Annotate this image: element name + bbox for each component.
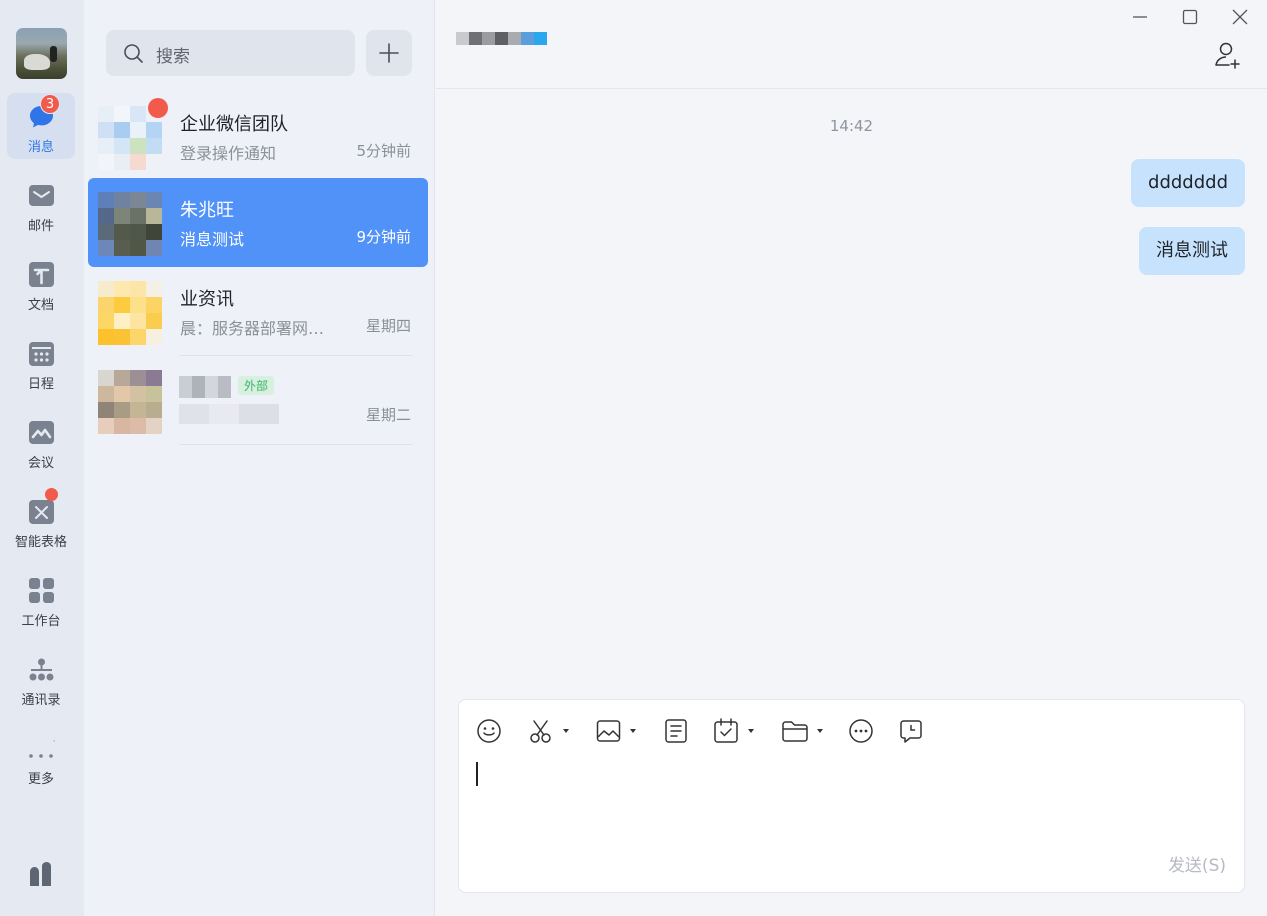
unread-dot	[148, 98, 168, 118]
conversation-time: 9分钟前	[356, 228, 411, 246]
conversation-avatar	[98, 281, 162, 345]
minimize-icon[interactable]	[1128, 7, 1152, 27]
note-icon	[665, 719, 687, 743]
emoji-icon	[477, 719, 501, 743]
more-button[interactable]	[848, 718, 874, 744]
conversation-preview: 消息测试	[180, 230, 245, 249]
nav-item-mail[interactable]: 邮件	[7, 172, 75, 238]
nav-label: 工作台	[21, 614, 61, 629]
nav-item-smart-sheet[interactable]: 智能表格	[7, 488, 75, 554]
search-icon	[124, 44, 143, 63]
emoji-button[interactable]	[476, 718, 502, 744]
nav-item-workbench[interactable]: 工作台	[7, 567, 75, 633]
workspace-logo-icon[interactable]	[28, 862, 54, 887]
blurred-preview	[179, 404, 279, 424]
nav-item-calendar[interactable]: 日程	[7, 330, 75, 396]
conversation-avatar	[98, 370, 162, 434]
message-bubble[interactable]: 消息测试	[1139, 227, 1245, 275]
notification-dot	[45, 488, 58, 501]
image-button[interactable]	[596, 718, 642, 744]
more-circle-icon	[849, 719, 873, 743]
calendar-icon	[29, 342, 54, 366]
nav-item-docs[interactable]: 文档	[7, 251, 75, 317]
history-bubble-icon	[900, 720, 922, 743]
workbench-grid-icon	[29, 578, 54, 603]
send-button[interactable]: 发送(S)	[1168, 851, 1226, 876]
chat-history-button[interactable]	[898, 718, 924, 744]
nav-item-meeting[interactable]: 会议	[7, 409, 75, 475]
message-bubble[interactable]: ddddddd	[1131, 159, 1245, 207]
conversation-preview: 晨：服务器部署网…	[180, 319, 325, 338]
add-member-icon[interactable]	[1214, 40, 1244, 70]
document-button[interactable]	[663, 718, 689, 744]
folder-icon	[782, 721, 823, 742]
nav-label: 通讯录	[21, 693, 61, 708]
conversation-item[interactable]: 外部 星期二	[88, 356, 428, 445]
calendar-check-icon	[714, 718, 754, 743]
org-chart-icon	[29, 658, 54, 681]
chat-header	[436, 0, 1267, 89]
nav-item-more[interactable]: 更多	[7, 725, 75, 791]
nav-label: 日程	[27, 377, 54, 392]
chat-panel: 14:42 ddddddd 消息测试 发送(S)	[436, 0, 1267, 916]
document-icon	[29, 262, 54, 287]
nav-label: 邮件	[27, 219, 54, 234]
file-button[interactable]	[781, 718, 829, 744]
mail-icon	[29, 185, 54, 206]
conversation-name: 业资讯	[180, 289, 234, 310]
search-box[interactable]: 搜索	[106, 30, 355, 76]
user-avatar[interactable]	[16, 28, 67, 79]
conversation-avatar	[98, 192, 162, 256]
blurred-name	[179, 376, 231, 398]
search-placeholder: 搜索	[156, 47, 190, 67]
conversation-item-active[interactable]: 朱兆旺 消息测试 9分钟前	[88, 178, 428, 267]
nav-label: 消息	[27, 140, 54, 155]
screenshot-button[interactable]	[529, 718, 575, 744]
conversation-time: 星期二	[365, 406, 411, 424]
chat-title-blurred	[456, 32, 547, 45]
text-cursor	[476, 762, 478, 786]
message-timestamp: 14:42	[829, 117, 874, 135]
image-icon	[596, 720, 636, 742]
nav-label: 文档	[27, 298, 54, 313]
conversation-name: 朱兆旺	[180, 200, 234, 221]
conversation-preview: 登录操作通知	[180, 144, 277, 163]
nav-label: 会议	[27, 456, 54, 471]
conversation-item[interactable]: 企业微信团队 登录操作通知 5分钟前	[88, 92, 428, 181]
conversation-time: 5分钟前	[356, 142, 411, 160]
plus-icon	[379, 43, 399, 63]
unread-badge: 3	[40, 94, 60, 114]
nav-rail: 3 消息 邮件 文档 日程 会议 智能表格 工作台 通讯录 更多	[0, 0, 84, 916]
add-button[interactable]	[366, 30, 412, 76]
message-composer[interactable]: 发送(S)	[458, 699, 1245, 893]
nav-item-contacts[interactable]: 通讯录	[7, 646, 75, 712]
task-button[interactable]	[713, 718, 759, 744]
conversation-name: 企业微信团队	[180, 114, 288, 135]
scissors-icon	[530, 720, 569, 743]
divider	[180, 444, 412, 445]
nav-item-messages[interactable]: 3 消息	[7, 93, 75, 159]
conversation-time: 星期四	[365, 317, 411, 335]
smart-sheet-icon	[29, 500, 54, 524]
external-tag: 外部	[238, 376, 275, 395]
more-dots-icon	[29, 740, 55, 758]
maximize-icon[interactable]	[1178, 7, 1202, 27]
nav-label: 更多	[27, 772, 54, 787]
conversation-item[interactable]: 业资讯 晨：服务器部署网… 星期四	[88, 267, 428, 356]
conversation-list-panel: 搜索 企业微信团队 登录操作通知 5分钟前 朱兆旺 消息测试 9分钟前 业资讯 …	[84, 0, 435, 916]
meeting-icon	[29, 421, 54, 444]
nav-label: 智能表格	[14, 535, 67, 550]
close-icon[interactable]	[1228, 7, 1252, 27]
